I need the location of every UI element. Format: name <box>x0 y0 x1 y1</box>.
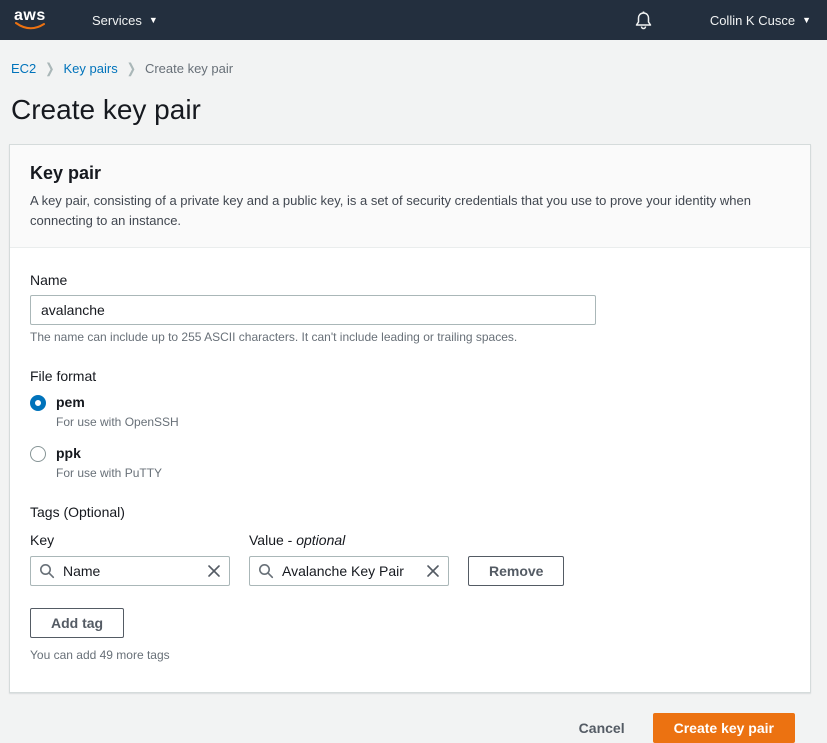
aws-smile-icon <box>15 22 45 32</box>
radio-ppk-text: ppk For use with PuTTY <box>56 445 162 480</box>
file-format-label: File format <box>30 368 790 384</box>
services-menu-label: Services <box>92 13 142 28</box>
clear-key-icon[interactable] <box>205 562 223 580</box>
tag-value-label: Value - optional <box>249 532 449 548</box>
panel-header: Key pair A key pair, consisting of a pri… <box>10 145 810 248</box>
radio-ppk-description: For use with PuTTY <box>56 466 162 480</box>
tag-key-input[interactable] <box>30 556 230 586</box>
tag-key-input-wrap <box>30 556 230 586</box>
search-icon <box>258 563 274 579</box>
radio-option-ppk[interactable]: ppk For use with PuTTY <box>30 445 790 480</box>
user-name: Collin K Cusce <box>710 13 795 28</box>
radio-pem-label: pem <box>56 394 179 411</box>
radio-option-pem[interactable]: pem For use with OpenSSH <box>30 394 790 429</box>
top-navigation-bar: aws Services ▼ Collin K Cusce ▼ <box>0 0 827 40</box>
radio-ppk-label: ppk <box>56 445 162 462</box>
breadcrumb: EC2 ❯ Key pairs ❯ Create key pair <box>9 40 811 76</box>
panel-title: Key pair <box>30 163 790 184</box>
tags-section: Tags (Optional) Key <box>30 504 790 662</box>
add-tag-wrap: Add tag <box>30 608 790 638</box>
clear-value-icon[interactable] <box>424 562 442 580</box>
remove-tag-button[interactable]: Remove <box>468 556 564 586</box>
breadcrumb-separator-icon: ❯ <box>45 60 54 76</box>
name-input[interactable] <box>30 295 596 325</box>
tag-row: Key <box>30 532 790 586</box>
aws-logo[interactable]: aws <box>14 8 50 32</box>
tags-remaining-text: You can add 49 more tags <box>30 648 790 662</box>
name-helper-text: The name can include up to 255 ASCII cha… <box>30 330 790 344</box>
create-key-pair-button[interactable]: Create key pair <box>653 713 795 743</box>
breadcrumb-current: Create key pair <box>145 61 233 76</box>
file-format-group: File format pem For use with OpenSSH ppk… <box>30 368 790 480</box>
cancel-button[interactable]: Cancel <box>579 720 625 736</box>
name-field-label: Name <box>30 272 790 288</box>
radio-button-ppk[interactable] <box>30 446 46 462</box>
form-actions: Cancel Create key pair <box>9 693 811 743</box>
services-menu[interactable]: Services ▼ <box>92 13 158 28</box>
tag-value-input[interactable] <box>249 556 449 586</box>
chevron-down-icon: ▼ <box>149 15 158 25</box>
breadcrumb-link-key-pairs[interactable]: Key pairs <box>64 61 118 76</box>
chevron-down-icon: ▼ <box>802 15 811 25</box>
panel-body: Name The name can include up to 255 ASCI… <box>10 248 810 692</box>
page-title: Create key pair <box>9 76 811 144</box>
tag-value-column: Value - optional <box>249 532 449 586</box>
radio-pem-text: pem For use with OpenSSH <box>56 394 179 429</box>
radio-button-pem[interactable] <box>30 395 46 411</box>
radio-pem-description: For use with OpenSSH <box>56 415 179 429</box>
notifications-button[interactable] <box>635 11 652 30</box>
bell-icon <box>635 11 652 30</box>
page-content: EC2 ❯ Key pairs ❯ Create key pair Create… <box>0 40 827 743</box>
tag-key-column: Key <box>30 532 230 586</box>
name-field-group: Name The name can include up to 255 ASCI… <box>30 272 790 344</box>
tags-section-label: Tags (Optional) <box>30 504 790 520</box>
breadcrumb-separator-icon: ❯ <box>127 60 136 76</box>
breadcrumb-link-ec2[interactable]: EC2 <box>11 61 36 76</box>
add-tag-button[interactable]: Add tag <box>30 608 124 638</box>
search-icon <box>39 563 55 579</box>
tag-key-label: Key <box>30 532 230 548</box>
panel-description: A key pair, consisting of a private key … <box>30 191 790 231</box>
tag-value-input-wrap <box>249 556 449 586</box>
user-account-menu[interactable]: Collin K Cusce ▼ <box>710 13 811 28</box>
key-pair-panel: Key pair A key pair, consisting of a pri… <box>9 144 811 693</box>
